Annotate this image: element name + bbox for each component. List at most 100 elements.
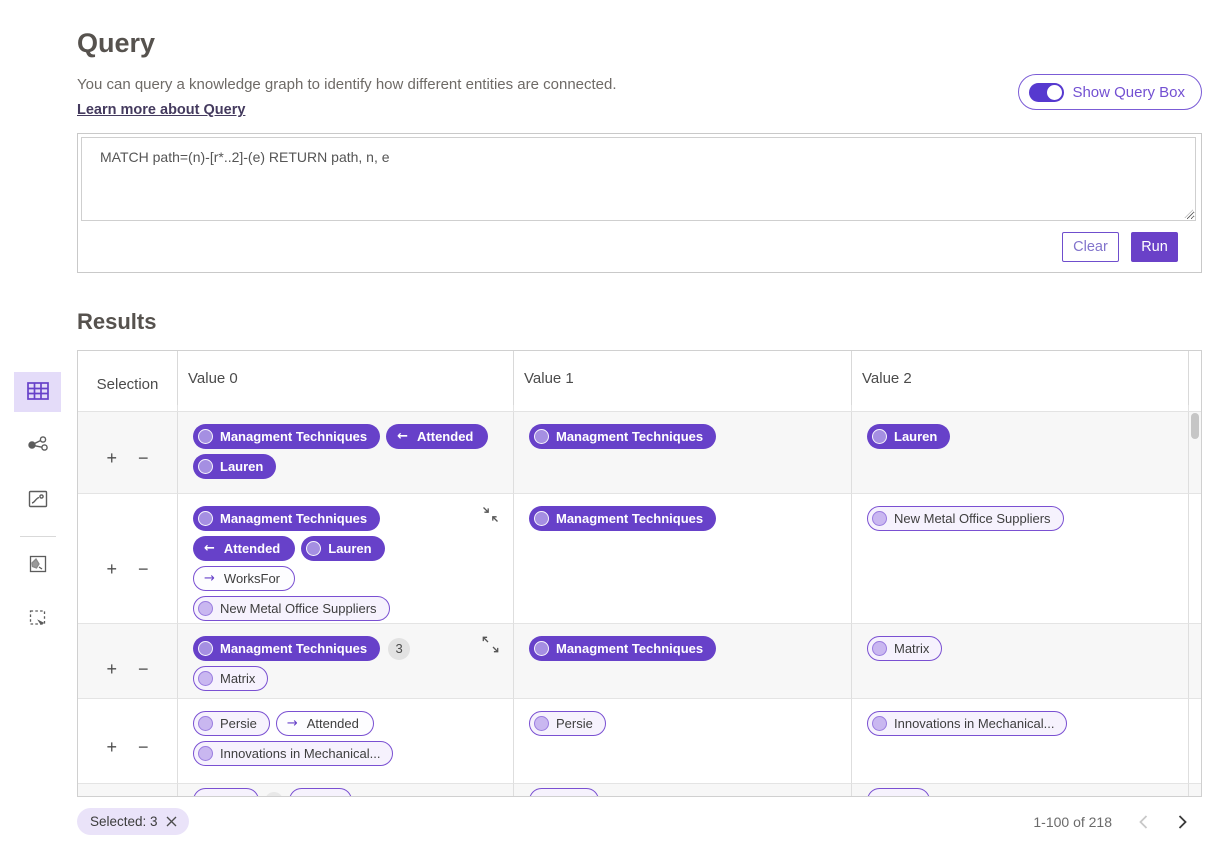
graph-icon: [26, 433, 50, 460]
column-header-value2: Value 2: [852, 351, 1189, 405]
node-chip[interactable]: New Metal Office Suppliers: [193, 596, 390, 621]
table-row: +−Managment Techniques3MatrixManagment T…: [78, 623, 1201, 698]
edge-chip[interactable]: ←Attended: [193, 536, 295, 561]
sidebar-divider: [20, 536, 56, 537]
node-circle-icon: [198, 429, 213, 444]
page-title: Query: [77, 28, 1202, 59]
chip-label: New Metal Office Suppliers: [220, 601, 377, 616]
node-circle-icon: [198, 716, 213, 731]
value0-cell: Managment Techniques ←AttendedLauren→Work…: [178, 493, 514, 632]
arrow-left-icon: ←: [204, 541, 215, 556]
node-chip[interactable]: New Metal Office Suppliers: [867, 506, 1064, 531]
chip-label: Lauren: [894, 429, 937, 444]
sidebar-item-graph-view[interactable]: [14, 426, 61, 466]
chip-label: Attended: [307, 716, 359, 731]
page-range-label: 1-100 of 218: [1033, 814, 1112, 830]
count-badge[interactable]: 3: [388, 638, 410, 660]
vertical-scrollbar-thumb[interactable]: [1191, 413, 1199, 439]
clear-button[interactable]: Clear: [1062, 232, 1119, 262]
add-to-selection-button[interactable]: +: [106, 636, 117, 702]
node-chip[interactable]: Persie: [193, 711, 270, 736]
remove-from-selection-button[interactable]: −: [138, 636, 149, 702]
sidebar-item-map-view[interactable]: [14, 480, 61, 520]
node-chip[interactable]: Managment Techniques: [193, 424, 380, 449]
header-spacer-row: [78, 405, 1201, 412]
sidebar-item-select-region-view[interactable]: [14, 599, 61, 639]
view-switcher-sidebar: [14, 372, 61, 647]
arrow-right-icon: →: [204, 571, 215, 586]
edge-chip[interactable]: ← Attended: [386, 424, 488, 449]
column-header-selection: Selection: [78, 351, 178, 405]
entity-chip-partial[interactable]: [867, 788, 930, 796]
node-chip[interactable]: Managment Techniques: [193, 506, 380, 531]
chip-label: Matrix: [894, 641, 929, 656]
value2-cell: Lauren: [852, 412, 1189, 493]
header-scrollbar-spacer: [1189, 351, 1201, 405]
collapse-row-icon[interactable]: [481, 505, 500, 524]
add-to-selection-button[interactable]: +: [106, 506, 117, 632]
node-circle-icon: [306, 541, 321, 556]
chip-label: Managment Techniques: [556, 511, 703, 526]
scrollbar-track-cell: [1189, 783, 1201, 796]
scrollbar-track-cell: [1189, 493, 1201, 632]
node-chip[interactable]: Managment Techniques: [193, 636, 380, 661]
node-circle-icon: [198, 641, 213, 656]
selected-count-label: Selected: 3: [90, 814, 158, 829]
entity-chip-partial[interactable]: [289, 788, 352, 796]
chip-label: Managment Techniques: [556, 429, 703, 444]
node-circle-icon: [534, 511, 549, 526]
value0-cell: Managment Techniques ← Attended Lauren: [178, 412, 514, 493]
table-row: +−Managment Techniques←AttendedLauren→Wo…: [78, 493, 1201, 623]
selected-count-pill[interactable]: Selected: 3: [77, 808, 189, 835]
run-button[interactable]: Run: [1131, 232, 1178, 262]
table-icon: [25, 379, 51, 406]
node-chip[interactable]: Lauren: [301, 536, 384, 561]
remove-from-selection-button[interactable]: −: [138, 506, 149, 632]
next-page-button[interactable]: [1175, 812, 1190, 832]
node-chip[interactable]: Innovations in Mechanical...: [867, 711, 1067, 736]
arrow-left-icon: ←: [397, 429, 408, 444]
value1-cell: [514, 783, 852, 796]
add-to-selection-button[interactable]: +: [106, 424, 117, 493]
query-input[interactable]: [81, 137, 1196, 221]
node-chip[interactable]: Matrix: [193, 666, 268, 691]
node-chip[interactable]: Lauren: [867, 424, 950, 449]
edge-chip[interactable]: → Attended: [276, 711, 374, 736]
node-chip[interactable]: Matrix: [867, 636, 942, 661]
remove-from-selection-button[interactable]: −: [138, 711, 149, 783]
arrow-right-icon: →: [287, 716, 298, 731]
node-chip[interactable]: Managment Techniques: [529, 636, 716, 661]
more-badge: [265, 792, 283, 797]
node-circle-icon: [872, 641, 887, 656]
entity-chip-partial[interactable]: [529, 788, 599, 796]
sidebar-item-image-view[interactable]: [14, 545, 61, 585]
pagination: 1-100 of 218: [1033, 812, 1202, 832]
chip-label: Persie: [220, 716, 257, 731]
learn-more-link[interactable]: Learn more about Query: [77, 102, 245, 118]
sidebar-item-table-view[interactable]: [14, 372, 61, 412]
node-chip[interactable]: Innovations in Mechanical...: [193, 741, 393, 766]
chip-label: Persie: [556, 716, 593, 731]
expand-row-icon[interactable]: [481, 635, 500, 654]
remove-from-selection-button[interactable]: −: [138, 424, 149, 493]
edge-chip[interactable]: →WorksFor: [193, 566, 295, 591]
node-chip[interactable]: Managment Techniques: [529, 506, 716, 531]
toggle-label: Show Query Box: [1072, 84, 1185, 101]
node-circle-icon: [198, 459, 213, 474]
node-chip[interactable]: Persie: [529, 711, 606, 736]
clear-selection-icon[interactable]: [166, 816, 177, 827]
add-to-selection-button[interactable]: +: [106, 711, 117, 783]
chip-label: Innovations in Mechanical...: [220, 746, 380, 761]
node-chip[interactable]: Managment Techniques: [529, 424, 716, 449]
value0-cell: Managment Techniques 3 Matrix: [178, 623, 514, 702]
chip-label: Attended: [417, 429, 473, 444]
chip-label: Managment Techniques: [220, 641, 367, 656]
node-circle-icon: [198, 746, 213, 761]
node-circle-icon: [198, 671, 213, 686]
node-chip[interactable]: Lauren: [193, 454, 276, 479]
selection-cell: +−: [78, 412, 178, 493]
previous-page-button[interactable]: [1136, 812, 1151, 832]
value1-cell: Managment Techniques: [514, 623, 852, 702]
show-query-box-toggle[interactable]: Show Query Box: [1018, 74, 1202, 110]
entity-chip-partial[interactable]: [193, 788, 259, 796]
